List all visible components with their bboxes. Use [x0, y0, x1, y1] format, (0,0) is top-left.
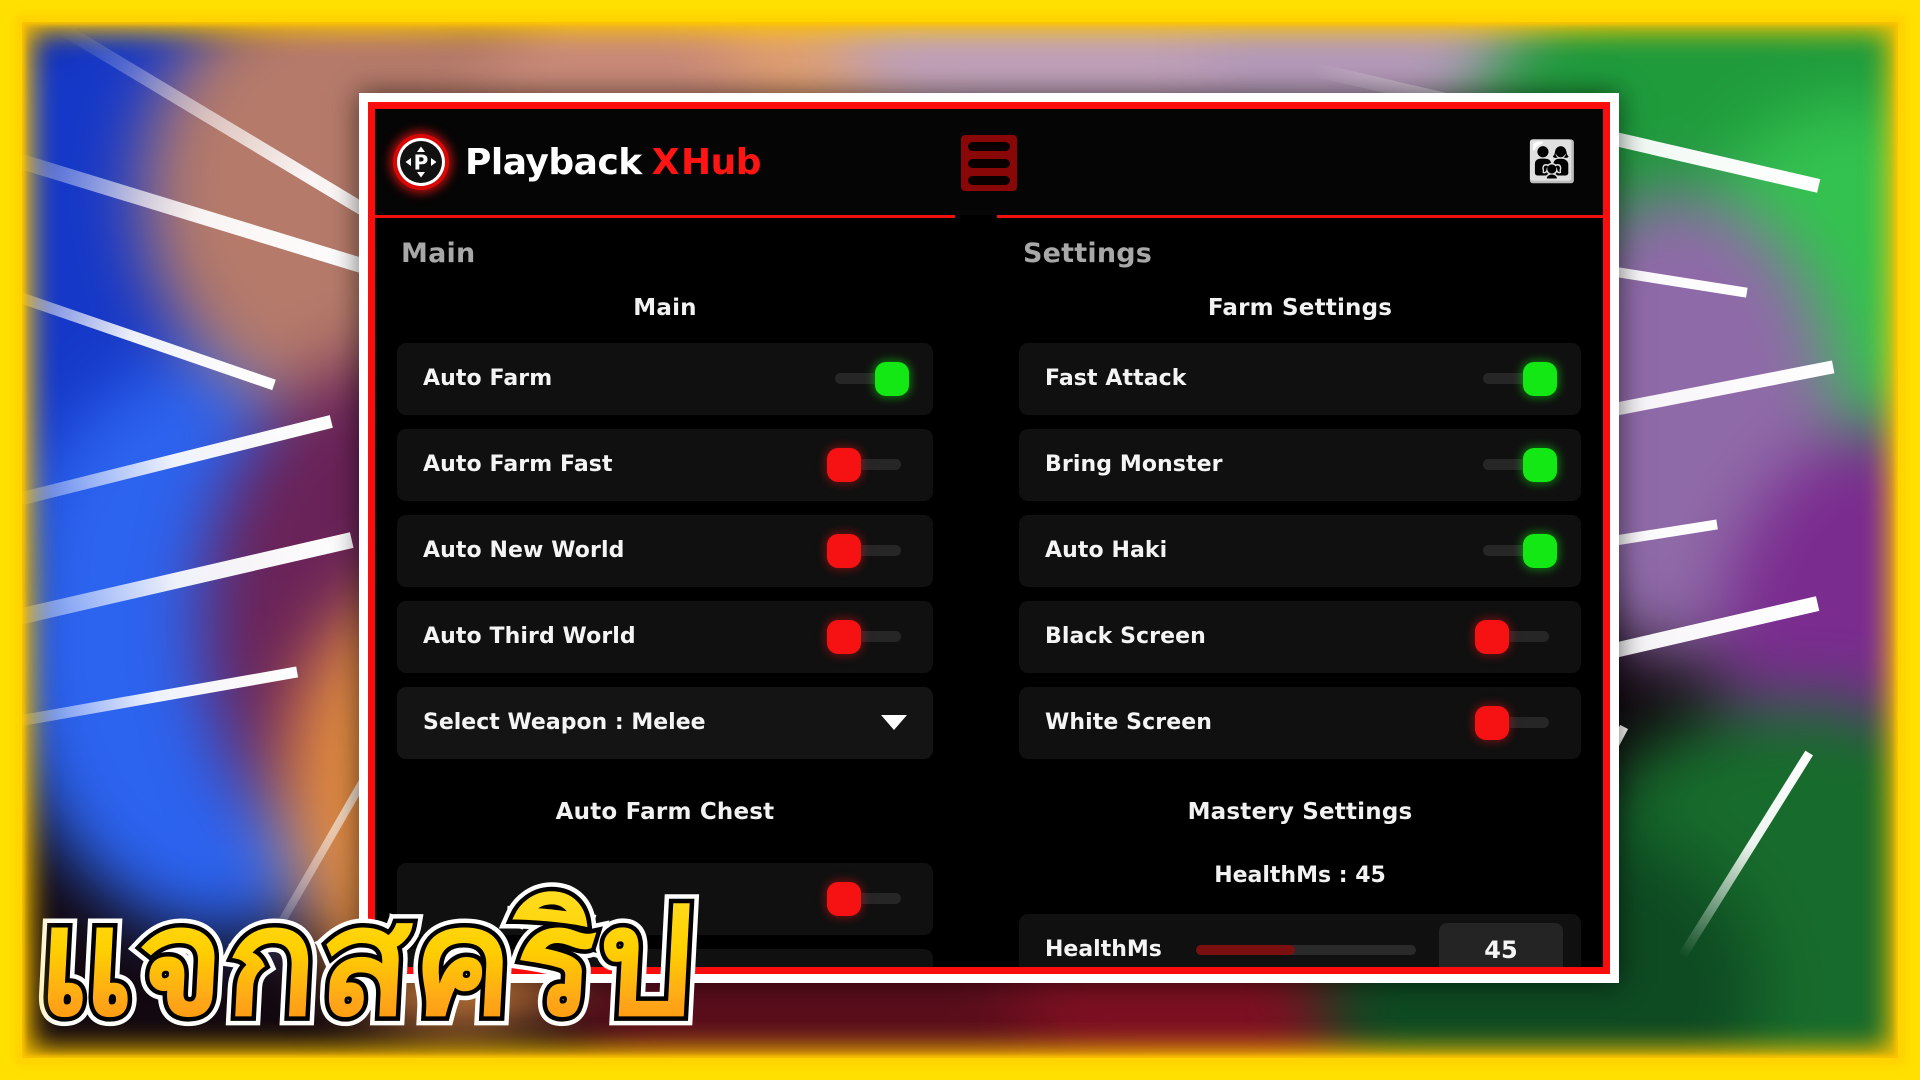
playback-logo-icon: P	[393, 134, 449, 190]
row-control	[827, 447, 909, 482]
thumbnail-canvas: P PlaybackXHub 👨‍👩‍👧 Main Main	[0, 0, 1920, 1080]
row-label: Auto Farm	[423, 366, 553, 392]
row-control	[1475, 447, 1557, 482]
brand-secondary: Hub	[681, 141, 762, 183]
hamburger-menu-icon[interactable]	[961, 135, 1017, 191]
people-icon[interactable]: 👨‍👩‍👧	[1527, 142, 1577, 182]
toggle-auto-farm[interactable]	[827, 361, 909, 396]
table-row[interactable]: Auto Third World	[397, 600, 933, 673]
select-weapon-dropdown[interactable]: Select Weapon : Melee	[397, 686, 933, 759]
toggle-black-screen[interactable]	[1475, 619, 1557, 654]
toggle-fast-attack[interactable]	[1475, 361, 1557, 396]
thai-headline-overlay: แจกสคริป แจกสคริป แจกสคริป	[24, 867, 708, 1059]
row-label: Auto Farm Fast	[423, 452, 613, 478]
row-control	[827, 619, 909, 654]
main-column: Main Main Auto Farm Auto Farm Fast Auto …	[375, 218, 955, 967]
healthms-value-label: HealthMs : 45	[1214, 862, 1386, 888]
farm-settings-title: Farm Settings	[1207, 294, 1393, 321]
main-section-title: Main	[633, 294, 697, 321]
main-rows: Auto Farm Auto Farm Fast Auto New World …	[375, 342, 955, 759]
toggle-auto-third-world[interactable]	[827, 619, 909, 654]
toggle-white-screen[interactable]	[1475, 705, 1557, 740]
toggle-auto-farm-fast[interactable]	[827, 447, 909, 482]
table-row[interactable]: Auto Farm Fast	[397, 428, 933, 501]
mastery-settings-title: Mastery Settings	[1187, 798, 1413, 825]
row-control	[827, 361, 909, 396]
row-control	[1475, 361, 1557, 396]
settings-column: Settings Farm Settings Fast Attack Bring…	[997, 218, 1603, 967]
healthms-slider[interactable]	[1195, 944, 1416, 955]
row-label: Auto New World	[423, 538, 625, 564]
chevron-down-icon	[881, 715, 907, 731]
toggle-bring-monster[interactable]	[1475, 447, 1557, 482]
row-control	[1475, 619, 1557, 654]
svg-text:P: P	[414, 151, 429, 175]
header-right: 👨‍👩‍👧	[1527, 142, 1577, 182]
table-row[interactable]: Auto New World	[397, 514, 933, 587]
auto-farm-chest-title: Auto Farm Chest	[555, 798, 775, 825]
brand-primary: Playback	[465, 141, 642, 183]
table-row[interactable]: White Screen	[1019, 686, 1581, 759]
select-weapon-value: Select Weapon : Melee	[423, 710, 706, 736]
brand: P Playback XHub	[393, 134, 762, 190]
table-row[interactable]: Auto Farm	[397, 342, 933, 415]
row-control	[827, 533, 909, 568]
row-label: White Screen	[1045, 710, 1213, 736]
toggle-auto-farm-chest[interactable]	[827, 881, 909, 916]
row-label: Fast Attack	[1045, 366, 1187, 392]
mastery-rows: HealthMs 45	[997, 913, 1603, 967]
brand-title: Playback XHub	[465, 141, 762, 183]
healthms-label: HealthMs	[1045, 937, 1162, 963]
row-control	[827, 881, 909, 916]
farm-settings-rows: Fast Attack Bring Monster Auto Haki Blac…	[997, 342, 1603, 759]
tab-main[interactable]: Main	[375, 218, 955, 269]
headline-text: แจกสคริป	[33, 876, 700, 1050]
toggle-auto-haki[interactable]	[1475, 533, 1557, 568]
row-label: Black Screen	[1045, 624, 1206, 650]
tab-settings[interactable]: Settings	[997, 218, 1603, 269]
row-label: Bring Monster	[1045, 452, 1223, 478]
row-label: Auto Haki	[1045, 538, 1168, 564]
panel-columns: Main Main Auto Farm Auto Farm Fast Auto …	[375, 217, 1603, 967]
row-control	[1475, 533, 1557, 568]
table-row[interactable]: Black Screen	[1019, 600, 1581, 673]
brand-x: X	[651, 141, 680, 183]
table-row[interactable]: Bring Monster	[1019, 428, 1581, 501]
row-control	[1475, 705, 1557, 740]
row-label: Auto Third World	[423, 624, 636, 650]
healthms-value-box[interactable]: 45	[1439, 922, 1563, 967]
column-divider	[955, 217, 997, 967]
playback-hub-window: P PlaybackXHub 👨‍👩‍👧 Main Main	[368, 102, 1610, 974]
window-header: P Playback XHub 👨‍👩‍👧	[375, 109, 1603, 215]
healthms-slider-row[interactable]: HealthMs 45	[1019, 913, 1581, 967]
toggle-auto-new-world[interactable]	[827, 533, 909, 568]
table-row[interactable]: Fast Attack	[1019, 342, 1581, 415]
table-row[interactable]: Auto Haki	[1019, 514, 1581, 587]
